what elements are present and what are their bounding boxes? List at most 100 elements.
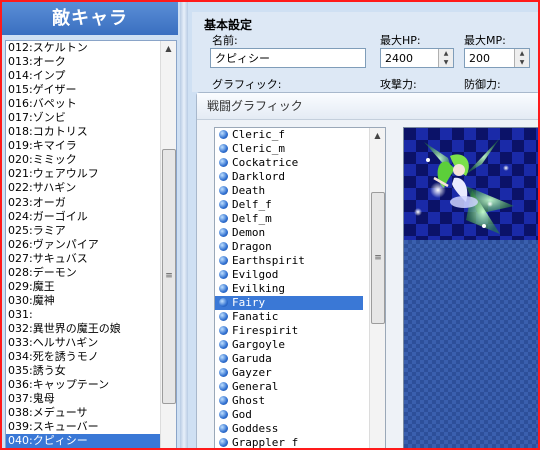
graphic-list-item-label: Cleric_m — [232, 142, 285, 155]
graphic-file-icon — [219, 228, 228, 237]
enemy-list-item[interactable]: 028:デーモン — [6, 266, 160, 280]
enemy-list-item[interactable]: 019:キマイラ — [6, 139, 160, 153]
graphic-file-icon — [219, 242, 228, 251]
graphic-file-icon — [219, 298, 228, 307]
enemy-list-item[interactable]: 038:メデューサ — [6, 406, 160, 420]
graphic-list-item[interactable]: Cleric_f — [215, 128, 363, 142]
basic-settings-section: 基本設定 名前: クピィシー 最大HP: 2400 ▲ ▼ 最大MP: 200 ▲… — [192, 12, 538, 92]
enemy-list-item[interactable]: 024:ガーゴイル — [6, 210, 160, 224]
maxhp-stepper[interactable]: 2400 ▲ ▼ — [380, 48, 454, 68]
graphic-file-icon — [219, 270, 228, 279]
attack-label: 攻撃力: — [380, 78, 417, 91]
graphic-list-item[interactable]: Evilgod — [215, 268, 363, 282]
maxmp-label: 最大MP: — [464, 34, 506, 47]
panel-splitter[interactable] — [180, 2, 188, 448]
graphic-list-item[interactable]: Firespirit — [215, 324, 363, 338]
graphic-list-item[interactable]: Demon — [215, 226, 363, 240]
graphic-file-icon — [219, 256, 228, 265]
enemy-list-item[interactable]: 032:異世界の魔王の娘 — [6, 322, 160, 336]
graphic-file-icon — [219, 172, 228, 181]
graphic-file-icon — [219, 340, 228, 349]
graphic-file-icon — [219, 424, 228, 433]
graphic-list-item[interactable]: Grappler_f — [215, 436, 363, 448]
graphic-list-item[interactable]: Garuda — [215, 352, 363, 366]
name-field[interactable]: クピィシー — [210, 48, 366, 68]
graphic-list-item-label: Cleric_f — [232, 128, 285, 141]
graphic-list[interactable]: Cleric_f Cleric_m Cockatrice Darklord Death D… — [214, 127, 386, 448]
enemy-list-items: 012:スケルトン 013:オーク 014:インプ 015:ゲイザー 016:バペット 0… — [6, 41, 176, 448]
maxmp-stepper[interactable]: 200 ▲ ▼ — [464, 48, 530, 68]
enemy-list-item[interactable]: 023:オーガ — [6, 196, 160, 210]
graphic-list-item-label: Firespirit — [232, 324, 299, 337]
graphic-list-item-label: Gayzer — [232, 366, 272, 379]
graphic-file-icon — [219, 186, 228, 195]
enemy-list-item[interactable]: 012:スケルトン — [6, 41, 160, 55]
graphic-list-items: Cleric_f Cleric_m Cockatrice Darklord Death D… — [215, 128, 385, 448]
enemy-list-item[interactable]: 015:ゲイザー — [6, 83, 160, 97]
enemy-list-item[interactable]: 026:ヴァンパイア — [6, 238, 160, 252]
enemy-list-item[interactable]: 016:バペット — [6, 97, 160, 111]
enemy-list-item[interactable]: 039:スキューバー — [6, 420, 160, 434]
battle-preview-image — [404, 128, 538, 240]
graphic-list-item[interactable]: General — [215, 380, 363, 394]
scrollbar-thumb[interactable]: ≡ — [371, 192, 385, 324]
enemy-list-item[interactable]: 027:サキュバス — [6, 252, 160, 266]
scrollbar-thumb[interactable]: ≡ — [162, 149, 176, 404]
enemy-list-item[interactable]: 035:誘う女 — [6, 364, 160, 378]
enemy-list-item[interactable]: 022:サハギン — [6, 181, 160, 195]
basic-settings-title: 基本設定 — [204, 18, 253, 32]
graphic-file-icon — [219, 144, 228, 153]
enemy-list[interactable]: 012:スケルトン 013:オーク 014:インプ 015:ゲイザー 016:バペット 0… — [5, 40, 177, 448]
enemy-list-item[interactable]: 017:ゾンビ — [6, 111, 160, 125]
graphic-list-item[interactable]: Cleric_m — [215, 142, 363, 156]
graphic-list-item[interactable]: Gargoyle — [215, 338, 363, 352]
graphic-list-item-label: Fanatic — [232, 310, 279, 323]
graphic-list-item-label: Dragon — [232, 240, 272, 253]
graphic-list-item[interactable]: Delf_f — [215, 198, 363, 212]
graphic-file-icon — [219, 438, 228, 447]
enemy-list-item[interactable]: 013:オーク — [6, 55, 160, 69]
graphic-list-item[interactable]: Fanatic — [215, 310, 363, 324]
graphic-list-item[interactable]: God — [215, 408, 363, 422]
graphic-list-item[interactable]: Delf_m — [215, 212, 363, 226]
enemy-list-item[interactable]: 025:ラミア — [6, 224, 160, 238]
graphic-label: グラフィック: — [212, 78, 282, 91]
enemy-list-item[interactable]: 036:キャップテーン — [6, 378, 160, 392]
graphic-list-item[interactable]: Dragon — [215, 240, 363, 254]
enemy-list-item[interactable]: 029:魔王 — [6, 280, 160, 294]
graphic-file-icon — [219, 326, 228, 335]
enemy-list-item[interactable]: 021:ウェアウルフ — [6, 167, 160, 181]
enemy-list-scrollbar[interactable]: ▲ ≡ — [160, 41, 176, 448]
enemy-list-item[interactable]: 033:ヘルサハギン — [6, 336, 160, 350]
enemy-list-item[interactable]: 034:死を誘うモノ — [6, 350, 160, 364]
graphic-list-item-label: Fairy — [232, 296, 266, 309]
enemy-panel-title: 敵キャラ — [2, 2, 178, 35]
enemy-list-item[interactable]: 031: — [6, 308, 160, 322]
enemy-list-item[interactable]: 020:ミミック — [6, 153, 160, 167]
graphic-list-item[interactable]: Cockatrice — [215, 156, 363, 170]
enemy-list-item[interactable]: 030:魔神 — [6, 294, 160, 308]
enemy-list-item[interactable]: 040:クピィシー — [6, 434, 160, 448]
graphic-list-item-label: Darklord — [232, 170, 285, 183]
maxmp-spin-icon[interactable]: ▲ ▼ — [514, 49, 529, 67]
graphic-list-scrollbar[interactable]: ▲ ≡ — [369, 128, 385, 448]
graphic-list-item[interactable]: Evilking — [215, 282, 363, 296]
graphic-file-icon — [219, 200, 228, 209]
graphic-list-item-label: Garuda — [232, 352, 272, 365]
graphic-list-item[interactable]: Death — [215, 184, 363, 198]
graphic-list-item-label: Grappler_f — [232, 436, 299, 448]
enemy-list-item[interactable]: 018:コカトリス — [6, 125, 160, 139]
graphic-list-item[interactable]: Goddess — [215, 422, 363, 436]
scroll-up-arrow-icon[interactable]: ▲ — [370, 128, 385, 143]
scroll-up-arrow-icon[interactable]: ▲ — [161, 41, 176, 56]
maxhp-spin-icon[interactable]: ▲ ▼ — [438, 49, 453, 67]
graphic-list-item[interactable]: Fairy — [215, 296, 363, 310]
maxhp-label: 最大HP: — [380, 34, 421, 47]
name-label: 名前: — [212, 34, 238, 47]
enemy-list-item[interactable]: 014:インプ — [6, 69, 160, 83]
graphic-list-item[interactable]: Ghost — [215, 394, 363, 408]
graphic-list-item[interactable]: Earthspirit — [215, 254, 363, 268]
graphic-list-item[interactable]: Gayzer — [215, 366, 363, 380]
enemy-list-item[interactable]: 037:鬼母 — [6, 392, 160, 406]
graphic-list-item[interactable]: Darklord — [215, 170, 363, 184]
